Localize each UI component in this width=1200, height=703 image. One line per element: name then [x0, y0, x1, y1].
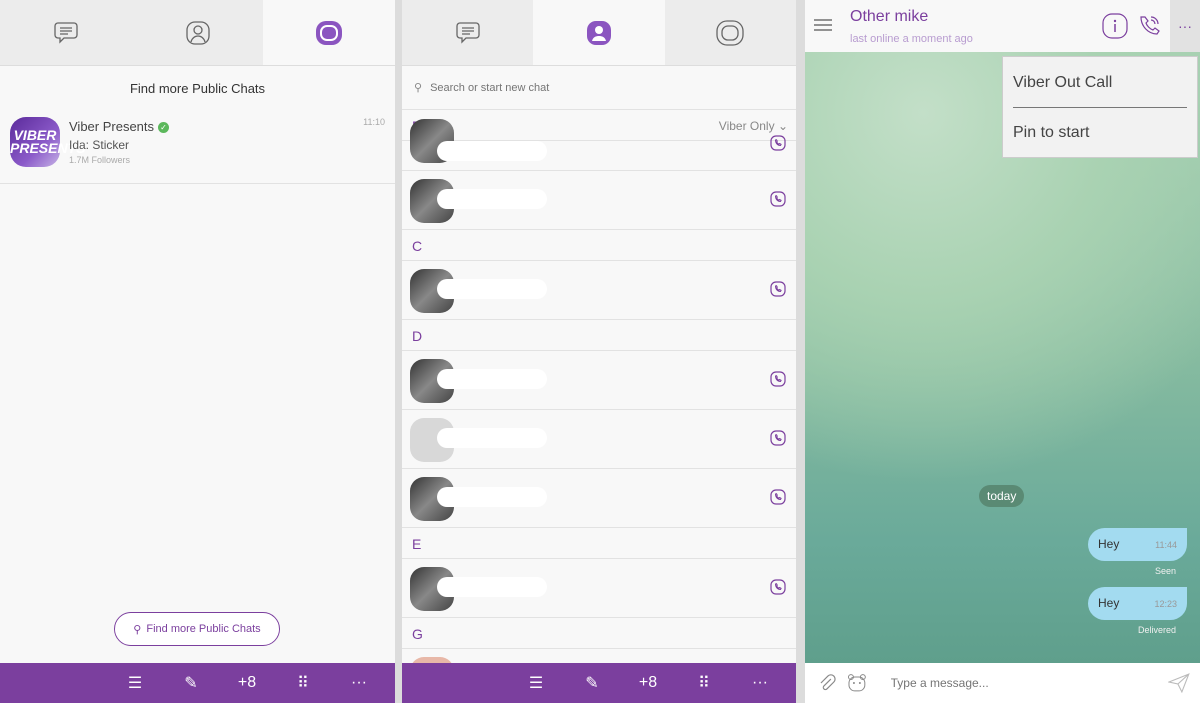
contact-name[interactable]: Other mike — [850, 8, 928, 26]
public-chats-panel: Find more Public Chats VIBER PRESENTS Vib… — [0, 0, 395, 703]
tab-public-chats[interactable] — [665, 0, 796, 65]
contacts-icon — [586, 20, 611, 45]
find-button-label: Find more Public Chats — [146, 623, 261, 635]
dialpad-icon[interactable]: ⠿ — [275, 673, 331, 693]
viber-icon — [770, 191, 786, 207]
chat-icon — [456, 21, 480, 44]
search-bar: ⚲ — [402, 66, 796, 110]
search-icon: ⚲ — [414, 82, 423, 94]
message-status: Seen — [1154, 566, 1176, 576]
search-icon: ⚲ — [133, 623, 142, 636]
contact-row[interactable] — [402, 410, 796, 469]
search-input[interactable] — [430, 81, 731, 94]
viber-icon — [770, 135, 786, 151]
dialpad-icon[interactable]: ⠿ — [676, 673, 732, 693]
contact-row[interactable] — [402, 559, 796, 618]
contact-row[interactable] — [402, 119, 796, 171]
contact-row[interactable] — [402, 351, 796, 410]
conversation-panel: Other mike last online a moment ago ··· … — [805, 0, 1200, 703]
contact-row[interactable] — [402, 171, 796, 230]
tab-chats[interactable] — [402, 0, 533, 65]
bottom-app-bar: ☰ ✎ +8 ⠿ ··· — [402, 663, 796, 703]
menu-item-pin-to-start[interactable]: Pin to start — [1003, 108, 1197, 158]
tab-bar — [402, 0, 796, 66]
contacts-icon — [185, 20, 210, 45]
hamburger-menu-icon[interactable] — [813, 16, 833, 34]
compose-icon[interactable]: ✎ — [163, 673, 219, 693]
bottom-app-bar: ☰ ✎ +8 ⠿ ··· — [0, 663, 395, 703]
tab-contacts[interactable] — [132, 0, 264, 65]
message-bubble[interactable]: Hey 12:23 — [1088, 587, 1187, 620]
list-icon[interactable]: ☰ — [107, 673, 163, 693]
viber-icon — [770, 371, 786, 387]
verified-check-icon: ✓ — [158, 122, 170, 134]
tab-bar — [0, 0, 395, 66]
find-public-chats-button[interactable]: ⚲ Find more Public Chats — [114, 612, 280, 646]
more-icon[interactable]: ··· — [732, 674, 788, 692]
public-chat-name: Viber Presents — [69, 119, 155, 134]
compose-icon[interactable]: ✎ — [564, 673, 620, 693]
chat-icon — [54, 21, 78, 44]
section-header: E — [402, 528, 796, 559]
more-options-button[interactable]: ··· — [1170, 0, 1200, 52]
add-contact-icon[interactable]: +8 — [219, 674, 275, 692]
public-chat-followers: 1.7M Followers — [69, 155, 131, 165]
contact-row[interactable] — [402, 261, 796, 320]
send-icon[interactable] — [1168, 673, 1190, 693]
public-chats-icon — [316, 20, 343, 45]
tab-public-chats[interactable] — [263, 0, 395, 65]
message-time: 11:44 — [1155, 540, 1177, 550]
contact-row[interactable] — [402, 469, 796, 528]
section-header: G — [402, 618, 796, 649]
public-chat-time: 11:10 — [363, 117, 385, 127]
call-icon[interactable] — [1136, 13, 1162, 39]
viber-icon — [770, 489, 786, 505]
public-chat-item[interactable]: VIBER PRESENTS Viber Presents ✓ Ida: Stick… — [0, 106, 395, 184]
contact-list: BViber Only ⌄ C D E G — [402, 110, 796, 703]
more-options-menu: Viber Out Call Pin to start — [1002, 56, 1198, 158]
contact-status: last online a moment ago — [850, 33, 973, 45]
date-separator: today — [979, 485, 1025, 507]
sticker-icon[interactable] — [847, 673, 867, 693]
message-status: Delivered — [1137, 625, 1176, 635]
viber-presents-avatar: VIBER PRESENTS — [10, 117, 85, 167]
public-chats-icon — [716, 19, 744, 46]
find-public-chats-heading: Find more Public Chats — [129, 81, 266, 96]
viber-icon — [770, 281, 786, 297]
viber-icon — [770, 430, 786, 446]
add-contact-icon[interactable]: +8 — [620, 674, 676, 692]
attachment-icon[interactable] — [817, 673, 837, 693]
tab-chats[interactable] — [0, 0, 132, 65]
viber-icon — [770, 579, 786, 595]
message-input[interactable] — [890, 676, 1159, 690]
menu-item-viber-out-call[interactable]: Viber Out Call — [1003, 57, 1197, 107]
section-header: BViber Only ⌄ — [402, 110, 796, 141]
section-header: D — [402, 320, 796, 351]
message-bubble[interactable]: Hey 11:44 — [1088, 528, 1187, 561]
tab-contacts[interactable] — [533, 0, 665, 65]
message-time: 12:23 — [1154, 599, 1177, 609]
chat-header: Other mike last online a moment ago ··· — [805, 0, 1200, 52]
contacts-panel: ⚲ BViber Only ⌄ C D E G ☰✎+8⠿··· — [402, 0, 796, 703]
info-icon[interactable] — [1102, 13, 1128, 39]
public-chat-last-message: Ida: Sticker — [69, 138, 130, 152]
more-icon[interactable]: ··· — [331, 674, 387, 692]
message-composer — [805, 663, 1200, 703]
list-icon[interactable]: ☰ — [508, 673, 564, 693]
section-header: C — [402, 230, 796, 261]
viber-only-filter[interactable]: Viber Only ⌄ — [719, 119, 788, 133]
